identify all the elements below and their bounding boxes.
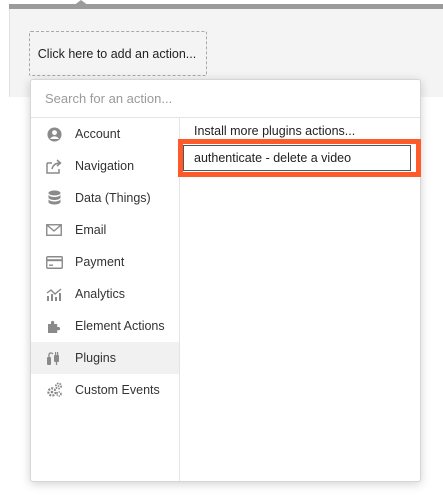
category-label: Custom Events — [75, 383, 160, 397]
category-label: Analytics — [75, 287, 126, 301]
category-label: Data (Things) — [75, 191, 151, 205]
category-custom-events[interactable]: Custom Events — [31, 374, 179, 406]
category-payment[interactable]: Payment — [31, 246, 179, 278]
category-data-things[interactable]: Data (Things) — [31, 182, 179, 214]
category-email[interactable]: Email — [31, 214, 179, 246]
category-list: Account Navigation Data (Things) Email P… — [31, 118, 180, 481]
gears-icon — [45, 381, 63, 399]
email-icon — [45, 221, 63, 239]
action-options-list: Install more plugins actions... authenti… — [180, 118, 420, 481]
category-navigation[interactable]: Navigation — [31, 150, 179, 182]
install-plugins-option[interactable]: Install more plugins actions... — [180, 118, 420, 144]
action-search-input[interactable] — [31, 80, 420, 118]
payment-icon — [45, 253, 63, 271]
database-icon — [45, 189, 63, 207]
highlighted-option-label[interactable]: authenticate - delete a video — [183, 145, 411, 171]
puzzle-icon — [45, 317, 63, 335]
category-label: Plugins — [75, 351, 116, 365]
top-pointer-notch — [73, 0, 89, 6]
account-icon — [45, 125, 63, 143]
plug-icon — [45, 349, 63, 367]
category-plugins[interactable]: Plugins — [31, 342, 179, 374]
category-label: Element Actions — [75, 319, 165, 333]
category-account[interactable]: Account — [31, 118, 179, 150]
category-label: Account — [75, 127, 121, 141]
category-element-actions[interactable]: Element Actions — [31, 310, 179, 342]
category-analytics[interactable]: Analytics — [31, 278, 179, 310]
navigation-icon — [45, 157, 63, 175]
category-label: Payment — [75, 255, 125, 269]
category-label: Navigation — [75, 159, 135, 173]
add-action-button[interactable]: Click here to add an action... — [29, 31, 207, 76]
category-label: Email — [75, 223, 107, 237]
action-dropdown: Account Navigation Data (Things) Email P… — [30, 79, 421, 482]
analytics-icon — [45, 285, 63, 303]
